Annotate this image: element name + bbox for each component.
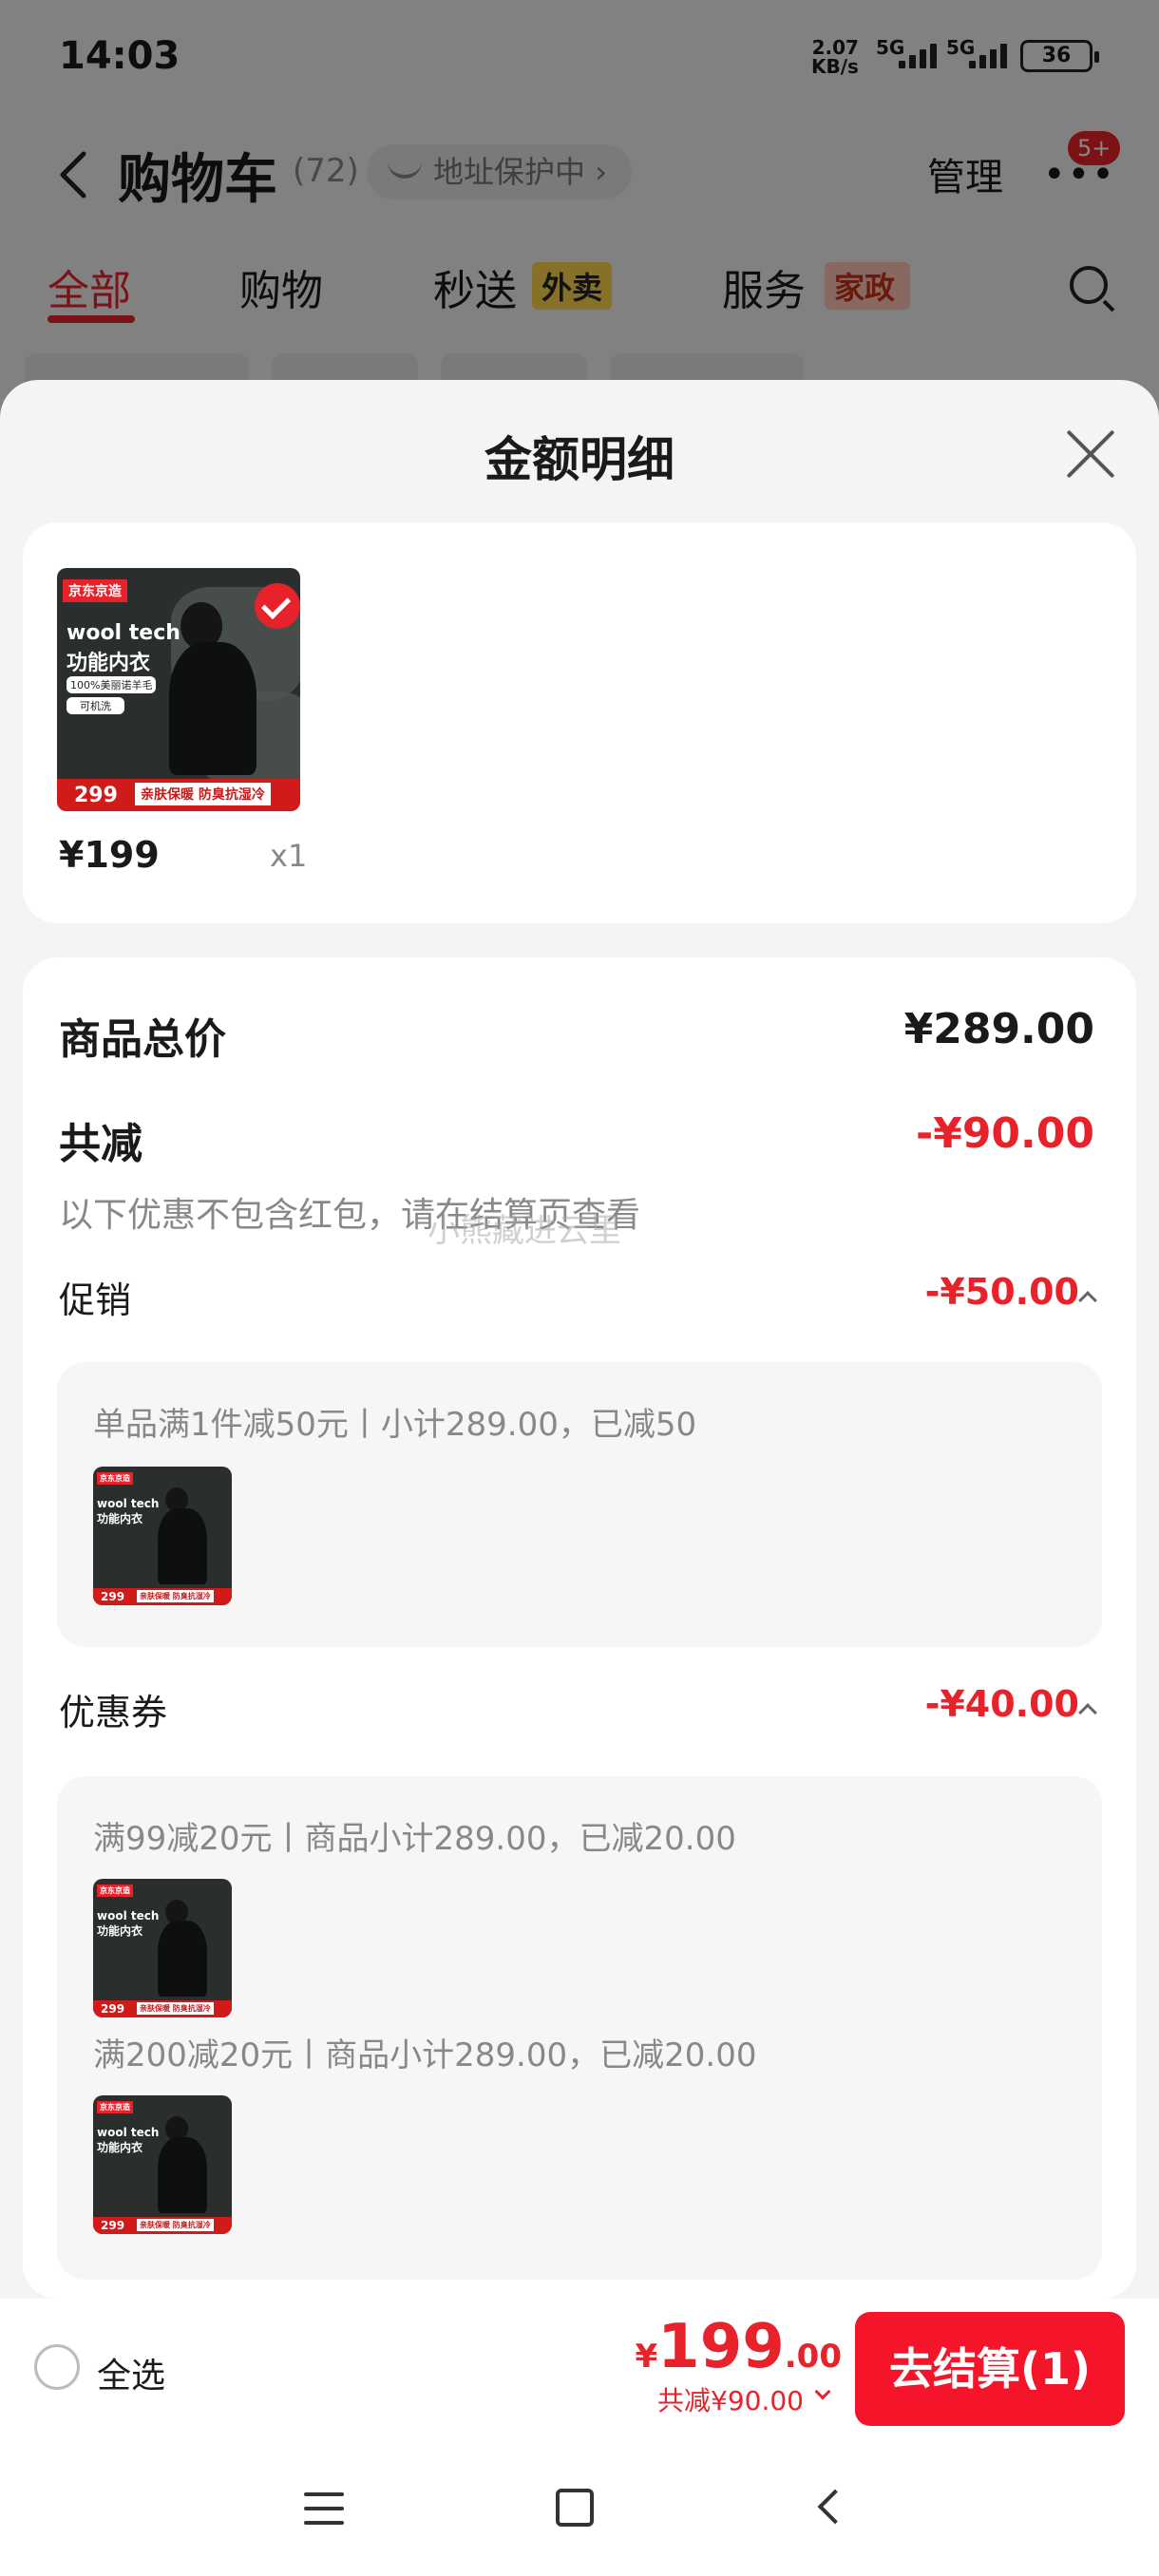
coupon-product-thumbnail[interactable]: 京东京造 wool tech 功能内衣 299 亲肤保暖 防臭抗湿冷 xyxy=(93,1879,232,2017)
select-all-label[interactable]: 全选 xyxy=(97,2348,165,2397)
promo-value[interactable]: -¥50.00 xyxy=(925,1271,1079,1313)
home-icon[interactable] xyxy=(556,2489,594,2527)
promo-detail-text: 单品满1件减50元丨小计289.00，已减50 xyxy=(93,1406,697,1444)
total-value: ¥289.00 xyxy=(903,1005,1094,1053)
total-payable: ¥199.00 xyxy=(635,2312,843,2382)
checked-icon[interactable] xyxy=(255,583,300,629)
close-icon[interactable] xyxy=(1064,427,1117,481)
menu-icon[interactable] xyxy=(304,2492,344,2535)
item-price: ¥199 xyxy=(59,834,160,876)
discount-value: -¥90.00 xyxy=(915,1109,1094,1158)
coupon-label: 优惠券 xyxy=(59,1692,168,1733)
chevron-up-icon[interactable] xyxy=(1078,1703,1097,1722)
product-thumbnail[interactable]: 京东京造 wool tech 功能内衣 100%美丽诺羊毛 可机洗 299 亲肤… xyxy=(57,568,300,811)
selected-item-card: 京东京造 wool tech 功能内衣 100%美丽诺羊毛 可机洗 299 亲肤… xyxy=(23,522,1136,923)
price-breakdown-card: 商品总价 ¥289.00 共减 -¥90.00 以下优惠不包含红包，请在结算页查… xyxy=(23,957,1136,2299)
coupon-detail-text-2: 满200减20元丨商品小计289.00，已减20.00 xyxy=(93,2036,757,2074)
watermark: 小熊藏进云里 xyxy=(428,1212,621,1250)
coupon-value[interactable]: -¥40.00 xyxy=(925,1683,1079,1725)
promo-detail-box: 单品满1件减50元丨小计289.00，已减50 京东京造 wool tech 功… xyxy=(57,1362,1102,1647)
item-quantity: x1 xyxy=(270,838,308,874)
total-label: 商品总价 xyxy=(59,1015,226,1064)
checkout-button[interactable]: 去结算(1) xyxy=(855,2312,1125,2426)
back-icon[interactable] xyxy=(817,2489,853,2525)
coupon-product-thumbnail[interactable]: 京东京造 wool tech 功能内衣 299 亲肤保暖 防臭抗湿冷 xyxy=(93,2095,232,2234)
coupon-detail-text-1: 满99减20元丨商品小计289.00，已减20.00 xyxy=(93,1820,736,1858)
discount-label: 共减 xyxy=(59,1120,142,1168)
promo-product-thumbnail[interactable]: 京东京造 wool tech 功能内衣 299 亲肤保暖 防臭抗湿冷 xyxy=(93,1467,232,1605)
promo-label: 促销 xyxy=(59,1279,132,1321)
system-nav-bar xyxy=(0,2441,1159,2576)
coupon-detail-box: 满99减20元丨商品小计289.00，已减20.00 京东京造 wool tec… xyxy=(57,1776,1102,2280)
checkout-bar: 全选 ¥199.00 共减¥90.00 去结算(1) xyxy=(0,2299,1159,2441)
total-discount[interactable]: 共减¥90.00 xyxy=(657,2380,804,2418)
amount-detail-sheet: 金额明细 京东京造 wool tech 功能内衣 100%美丽诺羊毛 可机洗 2… xyxy=(0,380,1159,2299)
select-all-radio[interactable] xyxy=(34,2344,80,2390)
chevron-up-icon[interactable] xyxy=(1078,1291,1097,1310)
sheet-title: 金额明细 xyxy=(484,432,674,487)
chevron-down-icon[interactable] xyxy=(814,2383,831,2400)
